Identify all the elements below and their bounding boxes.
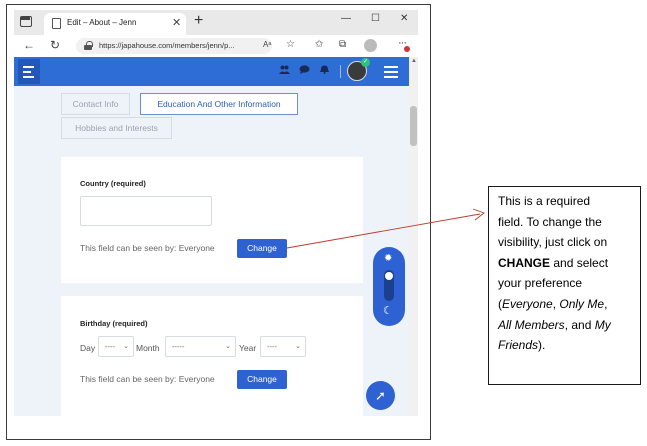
moon-icon: ☾ [383, 305, 393, 317]
address-bar[interactable]: https://japahouse.com/members/jenn/p... [76, 38, 272, 54]
option-everyone: Everyone [502, 296, 553, 311]
option-my-friends: My [594, 317, 611, 332]
chevron-down-icon: ⌄ [123, 343, 129, 350]
tab-strip: Edit – About – Jenn ✕ + — ☐ ✕ [14, 10, 418, 35]
browser-window: Edit – About – Jenn ✕ + — ☐ ✕ ← ↻ https:… [14, 10, 418, 416]
birthday-change-button[interactable]: Change [237, 370, 287, 389]
back-arrow-icon[interactable]: ← [23, 38, 35, 52]
callout-line-2: field. To change the [498, 214, 602, 229]
tab-close-icon[interactable]: ✕ [172, 16, 181, 29]
url-text[interactable]: https://japahouse.com/members/jenn/p... [99, 41, 235, 50]
theme-switch[interactable]: ✹ ☾ [373, 247, 405, 326]
scroll-up-arrow-icon[interactable]: ▲ [411, 58, 417, 64]
site-header: ✓ [14, 57, 409, 86]
tab-contact-info[interactable]: Contact Info [61, 93, 130, 115]
sun-icon: ✹ [384, 253, 393, 264]
tab-hobbies-and-interests[interactable]: Hobbies and Interests [61, 117, 172, 139]
tutorial-figure: Edit – About – Jenn ✕ + — ☐ ✕ ← ↻ https:… [0, 0, 647, 446]
callout-line-4: CHANGE and select [498, 253, 631, 274]
option-all-members: All Members [498, 317, 565, 332]
callout-line-7: All Members, and My [498, 317, 611, 332]
profile-icon[interactable] [364, 39, 377, 52]
theme-toggle-knob[interactable] [385, 272, 393, 280]
country-label: Country (required) [80, 179, 146, 188]
year-label: Year [239, 343, 257, 353]
country-input[interactable] [80, 196, 212, 226]
collections-icon[interactable]: ⧉ [339, 39, 346, 50]
chevron-down-icon: ⌄ [225, 343, 231, 350]
tab-actions-icon[interactable] [20, 16, 32, 27]
close-window-icon[interactable]: ✕ [400, 13, 408, 24]
friends-icon[interactable] [279, 65, 290, 74]
header-divider [340, 65, 341, 78]
online-status-icon: ✓ [361, 58, 370, 67]
chevron-down-icon: ⌄ [295, 343, 301, 350]
callout-line-1: This is a required [498, 194, 591, 208]
favorites-icon[interactable]: ✩ [315, 39, 323, 50]
month-select[interactable]: ----- ⌄ [165, 336, 236, 357]
page-scrollbar[interactable]: ▲ [409, 57, 418, 416]
birthday-visibility-text: This field can be seen by: Everyone [80, 374, 215, 384]
callout-line-5: your preference [498, 276, 583, 291]
scrollbar-thumb[interactable] [410, 106, 417, 146]
browser-toolbar: ← ↻ https://japahouse.com/members/jenn/p… [14, 35, 418, 57]
star-plus-icon[interactable]: ☆ [286, 39, 295, 50]
tab-education-and-other-information[interactable]: Education And Other Information [140, 93, 298, 115]
page-icon [52, 18, 61, 29]
callout-change-keyword: CHANGE [498, 255, 551, 270]
callout-line-4-rest: and select [550, 255, 609, 270]
callout-line-3: visibility, just click on [498, 235, 608, 250]
notifications-icon[interactable] [319, 65, 330, 74]
page-content: Contact Info Education And Other Informa… [14, 86, 409, 416]
update-badge [404, 46, 410, 52]
day-label: Day [80, 343, 96, 353]
tab-title: Edit – About – Jenn [67, 18, 137, 27]
maximize-icon[interactable]: ☐ [371, 13, 380, 24]
country-field-card: Country (required) This field can be see… [61, 157, 363, 283]
arrow-up-icon: ➚ [375, 388, 386, 403]
birthday-field-card: Birthday (required) Day ---- ⌄ Month ----… [61, 296, 363, 416]
annotation-callout: This is a required field. To change the … [488, 186, 641, 385]
lock-icon[interactable] [84, 41, 93, 50]
callout-line-6: (Everyone, Only Me, [498, 296, 608, 311]
scroll-to-top-button[interactable]: ➚ [366, 381, 395, 410]
year-select[interactable]: ---- ⌄ [260, 336, 306, 357]
month-label: Month [136, 343, 160, 353]
new-tab-icon[interactable]: + [194, 12, 203, 30]
refresh-icon[interactable]: ↻ [50, 38, 60, 52]
theme-toggle[interactable] [384, 270, 394, 301]
messages-icon[interactable] [299, 65, 310, 74]
day-select[interactable]: ---- ⌄ [98, 336, 134, 357]
read-aloud-icon[interactable]: Aᵃ [263, 40, 271, 49]
browser-tab[interactable]: Edit – About – Jenn ✕ [44, 13, 186, 35]
country-visibility-text: This field can be seen by: Everyone [80, 243, 215, 253]
country-change-button[interactable]: Change [237, 239, 287, 258]
callout-line-8: Friends). [498, 338, 546, 353]
minimize-icon[interactable]: — [341, 13, 351, 24]
birthday-label: Birthday (required) [80, 319, 148, 328]
sidebar-toggle-icon[interactable] [18, 59, 40, 84]
option-only-me: Only Me [559, 296, 605, 311]
